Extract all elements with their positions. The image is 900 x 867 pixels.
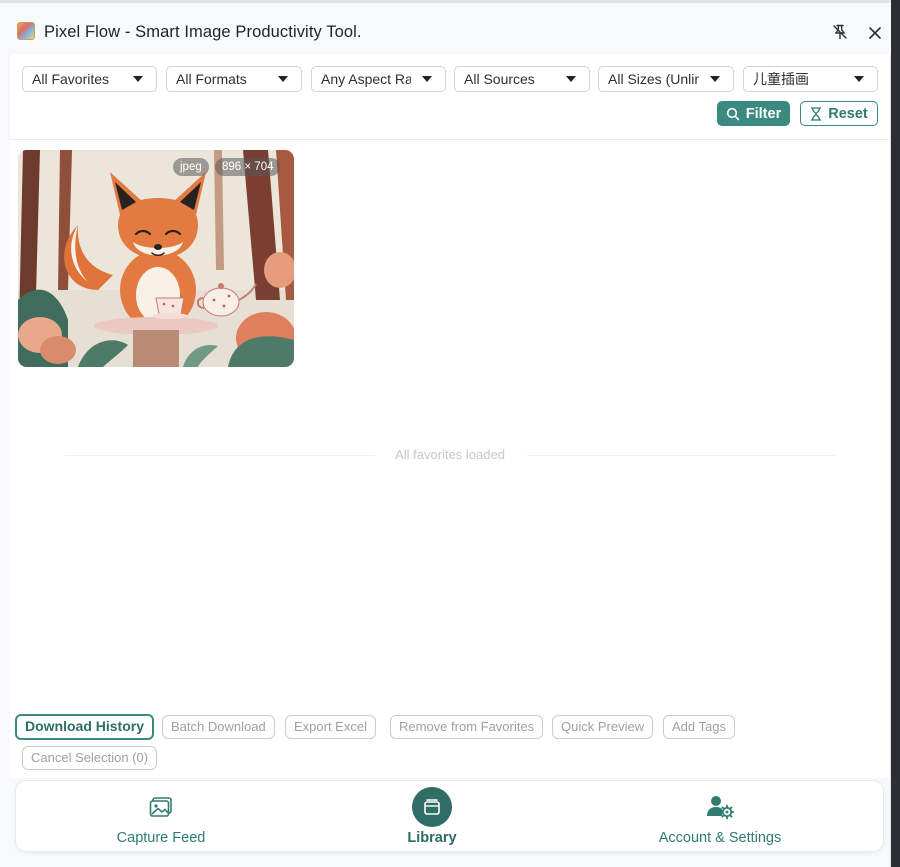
app-window: Pixel Flow - Smart Image Productivity To…: [0, 0, 891, 867]
remove-from-favorites-button[interactable]: Remove from Favorites: [390, 715, 544, 739]
nav-account-settings[interactable]: Account & Settings: [630, 781, 810, 851]
chevron-down-icon: [278, 76, 288, 82]
nav-account-settings-label: Account & Settings: [658, 830, 782, 846]
image-card[interactable]: jpeg 896 × 704: [18, 150, 294, 367]
export-excel-button[interactable]: Export Excel: [285, 715, 376, 739]
nav-capture-feed-label: Capture Feed: [116, 830, 206, 846]
aspect-select-value: Any Aspect Ra: [321, 71, 411, 87]
nav-library-label: Library: [407, 830, 457, 846]
formats-select[interactable]: All Formats: [166, 66, 302, 92]
sources-select-value: All Sources: [464, 71, 535, 87]
chevron-down-icon: [710, 76, 720, 82]
filter-panel: All Favorites All Formats Any Aspect Ra …: [10, 54, 890, 140]
fox-tea-illustration: [18, 150, 294, 367]
app-title: Pixel Flow - Smart Image Productivity To…: [44, 23, 362, 41]
unpin-icon[interactable]: [831, 23, 849, 41]
image-icon: [141, 787, 181, 827]
filter-button-label: Filter: [745, 105, 782, 122]
gallery-area: jpeg 896 × 704 All favorites loaded: [10, 140, 890, 710]
batch-download-button[interactable]: Batch Download: [162, 715, 275, 739]
app-logo-icon: [17, 22, 35, 40]
window-edge: [891, 0, 900, 867]
format-badge: jpeg: [173, 158, 209, 176]
reset-button-label: Reset: [828, 105, 868, 122]
action-bar: Download History Batch Download Export E…: [10, 708, 890, 778]
end-of-list: All favorites loaded: [65, 445, 835, 465]
tag-select-value: 儿童插画: [753, 71, 809, 87]
quick-preview-button[interactable]: Quick Preview: [552, 715, 654, 739]
hourglass-icon: [811, 106, 822, 121]
chevron-down-icon: [422, 76, 432, 82]
aspect-select[interactable]: Any Aspect Ra: [311, 66, 446, 92]
download-history-button[interactable]: Download History: [15, 714, 155, 740]
tag-select[interactable]: 儿童插画: [743, 66, 878, 92]
dimensions-badge: 896 × 704: [215, 158, 281, 176]
nav-library[interactable]: Library: [342, 781, 522, 851]
user-settings-icon: [700, 787, 740, 827]
nav-capture-feed[interactable]: Capture Feed: [71, 781, 251, 851]
bottom-nav: Capture Feed Library Account & Settings: [16, 781, 883, 851]
formats-select-value: All Formats: [176, 71, 247, 87]
sources-select[interactable]: All Sources: [454, 66, 590, 92]
chevron-down-icon: [854, 76, 864, 82]
close-icon[interactable]: [866, 24, 884, 42]
favorites-select[interactable]: All Favorites: [22, 66, 157, 92]
all-loaded-message: All favorites loaded: [395, 447, 505, 462]
search-icon: [726, 107, 740, 120]
chevron-down-icon: [566, 76, 576, 82]
sizes-select-value: All Sizes (Unlir: [608, 71, 699, 87]
filter-button[interactable]: Filter: [717, 101, 790, 126]
title-bar: Pixel Flow - Smart Image Productivity To…: [0, 3, 891, 55]
favorites-select-value: All Favorites: [32, 71, 110, 87]
sizes-select[interactable]: All Sizes (Unlir: [598, 66, 734, 92]
chevron-down-icon: [133, 76, 143, 82]
cancel-selection-button[interactable]: Cancel Selection (0): [22, 746, 158, 770]
add-tags-button[interactable]: Add Tags: [663, 715, 735, 739]
library-icon: [412, 787, 452, 827]
reset-button[interactable]: Reset: [800, 101, 878, 126]
